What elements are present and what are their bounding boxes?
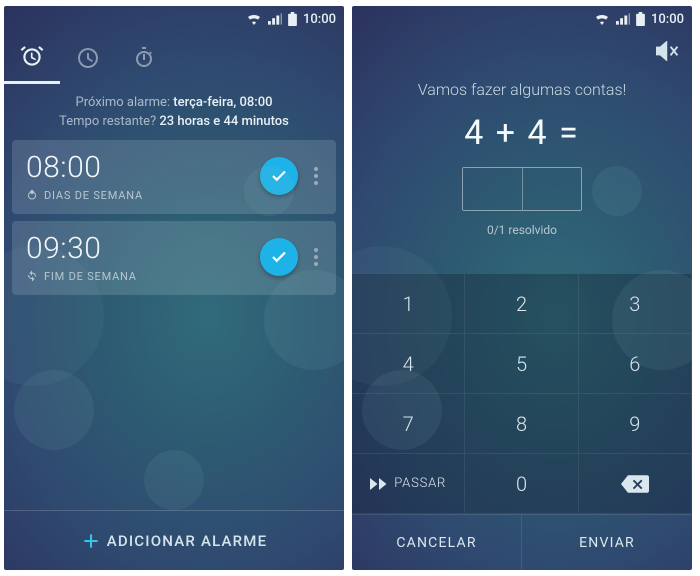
equation-text: 4 + 4 =: [352, 113, 692, 153]
signal-icon: [268, 13, 282, 25]
status-time: 10:00: [651, 12, 684, 27]
answer-input[interactable]: [462, 167, 582, 211]
stopwatch-icon: [132, 46, 156, 70]
check-icon: [270, 248, 288, 266]
alarm-repeat: DIAS DE SEMANA: [26, 189, 260, 202]
key-6[interactable]: 6: [579, 334, 692, 394]
status-bar: 10:00: [4, 6, 344, 32]
send-button[interactable]: ENVIAR: [522, 515, 692, 570]
alarm-repeat: FIM DE SEMANA: [26, 270, 260, 283]
key-2[interactable]: 2: [465, 274, 578, 334]
plus-icon: [81, 531, 101, 551]
fast-forward-icon: [370, 477, 388, 491]
signal-icon: [616, 13, 630, 25]
battery-icon: [288, 12, 297, 26]
key-backspace[interactable]: [579, 454, 692, 514]
alarms-screen: 10:00 Próximo alarme: terça-feira, 08:00…: [4, 6, 344, 570]
key-7[interactable]: 7: [352, 394, 465, 454]
math-challenge-screen: 10:00 Vamos fazer algumas contas! 4 + 4 …: [352, 6, 692, 570]
answer-digit: [523, 168, 582, 210]
key-4[interactable]: 4: [352, 334, 465, 394]
key-3[interactable]: 3: [579, 274, 692, 334]
alarm-toggle-on[interactable]: [260, 157, 298, 195]
hourglass-icon: [76, 46, 100, 70]
numeric-keypad: 1 2 3 4 5 6 7 8 9 PASSAR 0: [352, 273, 692, 514]
status-time: 10:00: [303, 12, 336, 27]
alarm-menu-button[interactable]: [306, 248, 326, 266]
backspace-icon: [621, 475, 649, 493]
add-alarm-label: ADICIONAR ALARME: [107, 532, 268, 550]
alarm-menu-button[interactable]: [306, 167, 326, 185]
action-bar: CANCELAR ENVIAR: [352, 514, 692, 570]
next-alarm-label: Próximo alarme:: [76, 95, 171, 110]
next-alarm-value: terça-feira, 08:00: [173, 95, 272, 110]
alarm-toggle-on[interactable]: [260, 238, 298, 276]
cancel-button[interactable]: CANCELAR: [352, 515, 522, 570]
status-bar: 10:00: [352, 6, 692, 32]
time-remaining-label: Tempo restante?: [59, 114, 156, 129]
add-alarm-button[interactable]: ADICIONAR ALARME: [4, 510, 344, 570]
tab-timer[interactable]: [60, 32, 116, 84]
alarm-time: 08:00: [26, 150, 260, 185]
answer-digit: [463, 168, 523, 210]
key-1[interactable]: 1: [352, 274, 465, 334]
progress-text: 0/1 resolvido: [352, 223, 692, 237]
header-row: [352, 32, 692, 74]
key-0[interactable]: 0: [465, 454, 578, 514]
speaker-mute-icon: [656, 41, 680, 61]
challenge-title: Vamos fazer algumas contas!: [352, 80, 692, 99]
repeat-icon: [26, 189, 38, 201]
alarm-clock-icon: [19, 44, 45, 70]
alarm-card[interactable]: 09:30 FIM DE SEMANA: [12, 221, 336, 295]
wifi-icon: [594, 13, 610, 25]
alarm-card[interactable]: 08:00 DIAS DE SEMANA: [12, 140, 336, 214]
wifi-icon: [246, 13, 262, 25]
battery-icon: [636, 12, 645, 26]
tab-stopwatch[interactable]: [116, 32, 172, 84]
alarm-time: 09:30: [26, 231, 260, 266]
repeat-icon: [26, 270, 38, 282]
check-icon: [270, 167, 288, 185]
next-alarm-summary: Próximo alarme: terça-feira, 08:00 Tempo…: [4, 84, 344, 140]
key-skip[interactable]: PASSAR: [352, 454, 465, 514]
tab-alarm[interactable]: [4, 32, 60, 84]
key-5[interactable]: 5: [465, 334, 578, 394]
key-8[interactable]: 8: [465, 394, 578, 454]
key-9[interactable]: 9: [579, 394, 692, 454]
alarm-list: 08:00 DIAS DE SEMANA 09:30 FIM DE SEMANA: [4, 140, 344, 295]
tab-bar: [4, 32, 344, 84]
mute-button[interactable]: [656, 41, 680, 65]
time-remaining-value: 23 horas e 44 minutos: [159, 114, 288, 129]
